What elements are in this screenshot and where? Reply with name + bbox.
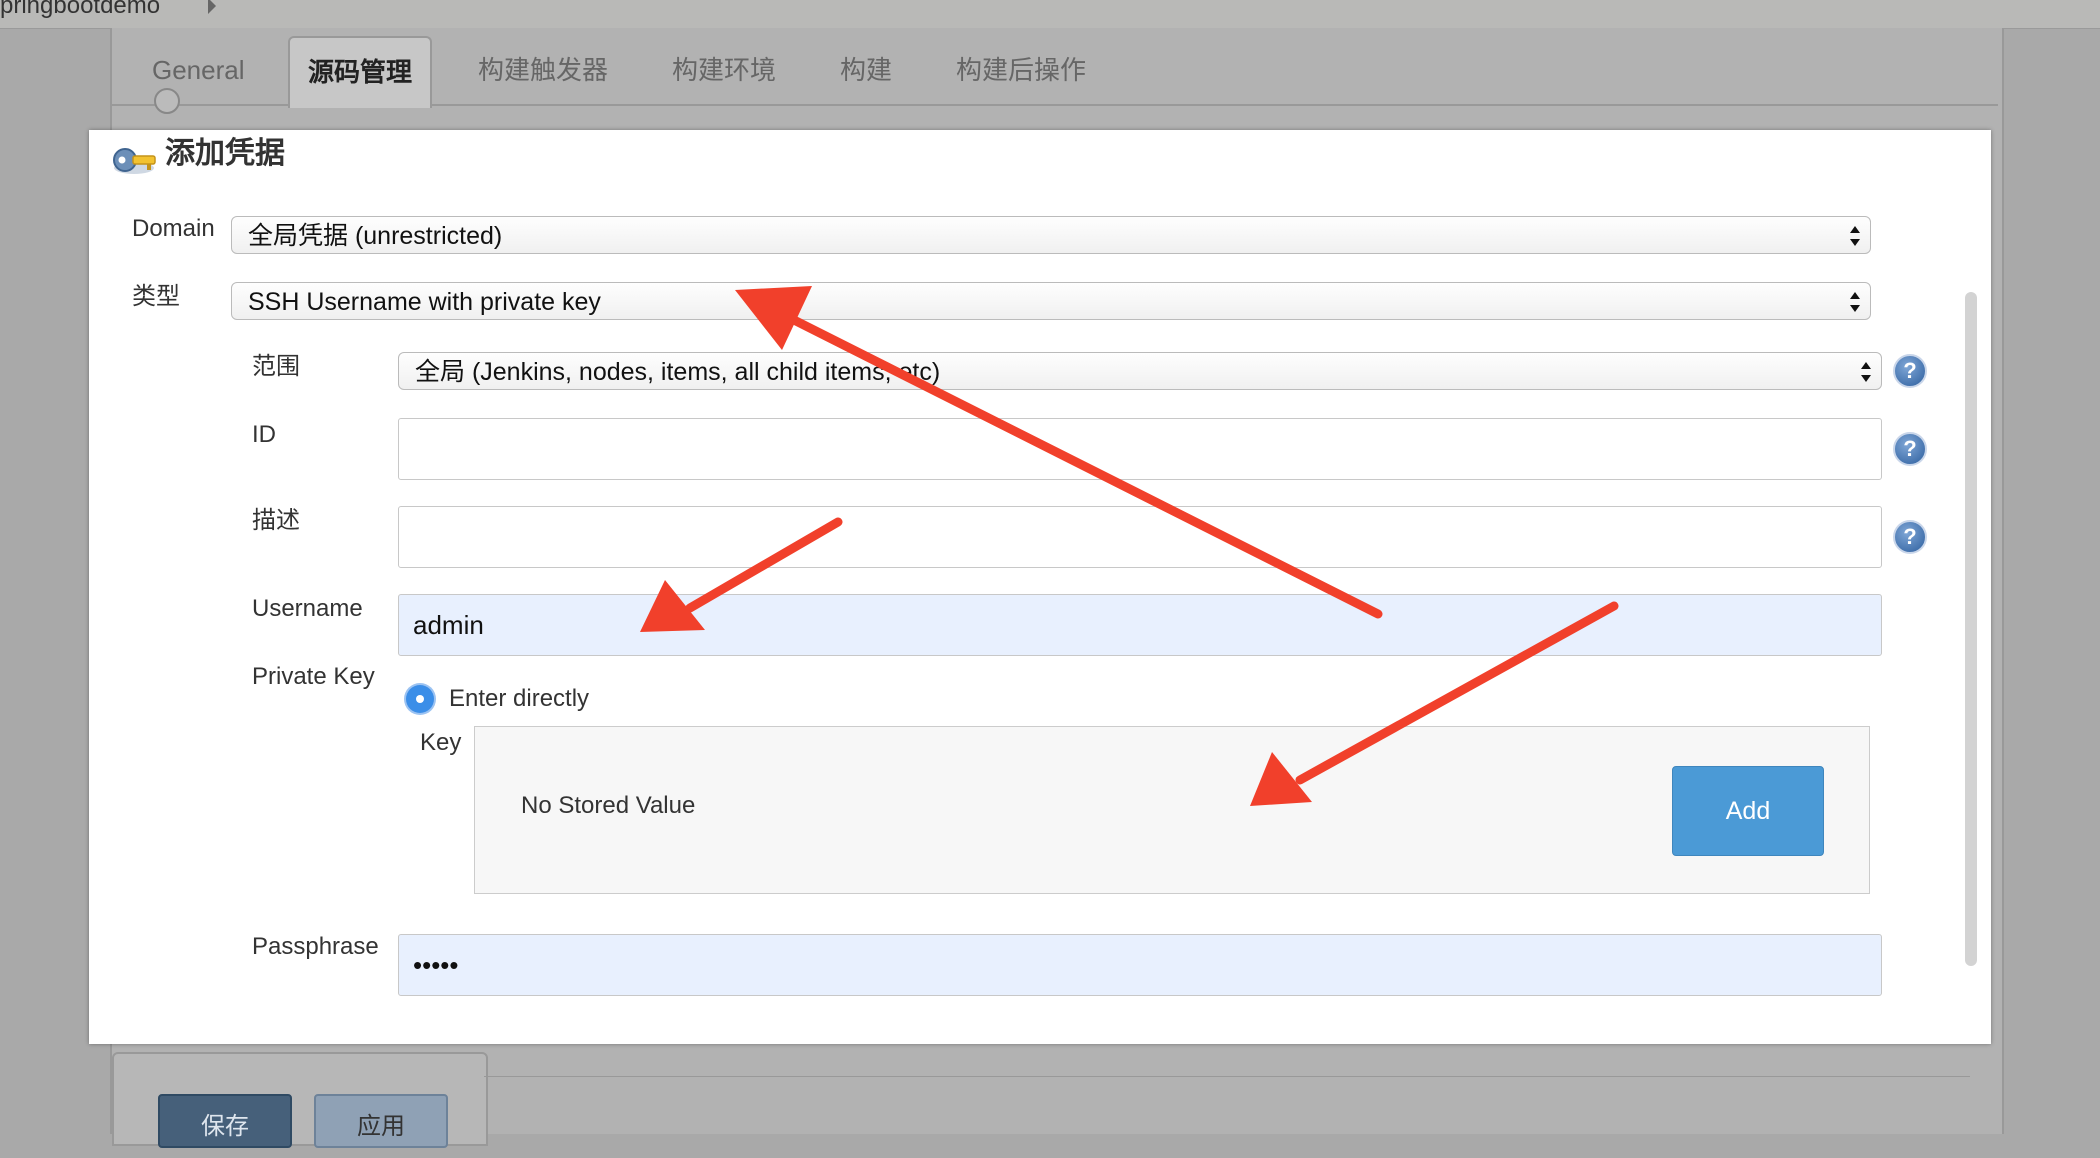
select-arrows-icon <box>1850 292 1860 312</box>
domain-label: Domain <box>132 215 215 242</box>
passphrase-input[interactable]: ••••• <box>398 934 1882 996</box>
description-label: 描述 <box>252 507 300 534</box>
save-button[interactable]: 保存 <box>158 1094 292 1148</box>
dialog-scrollbar[interactable] <box>1965 292 1977 966</box>
tab-source-code[interactable]: 源码管理 <box>288 36 433 108</box>
tab-post-build[interactable]: 构建后操作 <box>956 36 1086 104</box>
tab-build-triggers[interactable]: 构建触发器 <box>478 36 608 104</box>
id-label: ID <box>252 421 276 448</box>
kind-select[interactable]: SSH Username with private key <box>231 282 1871 320</box>
key-stored-box: No Stored Value <box>474 726 1870 894</box>
passphrase-label: Passphrase <box>252 933 379 960</box>
config-tabs: General 源码管理 构建触发器 构建环境 构建 构建后操作 <box>112 36 1998 108</box>
scope-select[interactable]: 全局 (Jenkins, nodes, items, all child ite… <box>398 352 1882 390</box>
key-icon <box>113 148 156 174</box>
breadcrumb-project[interactable]: pringbootdemo <box>0 0 160 20</box>
scope-select-value: 全局 (Jenkins, nodes, items, all child ite… <box>415 358 941 386</box>
key-label: Key <box>420 729 462 756</box>
domain-select-value: 全局凭据 (unrestricted) <box>248 222 503 250</box>
description-input[interactable] <box>398 506 1882 568</box>
background-radio[interactable] <box>154 88 180 114</box>
kind-select-value: SSH Username with private key <box>248 288 601 316</box>
enter-directly-label[interactable]: Enter directly <box>449 684 589 714</box>
domain-select[interactable]: 全局凭据 (unrestricted) <box>231 216 1871 254</box>
id-help-icon[interactable]: ? <box>1893 432 1927 466</box>
scope-label: 范围 <box>252 353 300 380</box>
description-help-icon[interactable]: ? <box>1893 520 1927 554</box>
dialog-title: 添加凭据 <box>165 137 285 170</box>
enter-directly-radio[interactable] <box>406 685 434 713</box>
select-arrows-icon <box>1861 362 1871 382</box>
scope-help-icon[interactable]: ? <box>1893 354 1927 388</box>
id-input[interactable] <box>398 418 1882 480</box>
divider <box>484 1076 1970 1077</box>
breadcrumb-arrow-icon[interactable] <box>208 0 216 14</box>
top-breadcrumb-bar: pringbootdemo <box>0 0 2100 29</box>
username-input[interactable]: admin <box>398 594 1882 656</box>
private-key-label: Private Key <box>252 663 375 690</box>
apply-button[interactable]: 应用 <box>314 1094 448 1148</box>
kind-label: 类型 <box>132 283 180 310</box>
tab-build-environment[interactable]: 构建环境 <box>672 36 776 104</box>
tab-build[interactable]: 构建 <box>840 36 892 104</box>
add-key-button[interactable]: Add <box>1672 766 1824 856</box>
key-stored-value: No Stored Value <box>521 792 696 819</box>
select-arrows-icon <box>1850 226 1860 246</box>
username-label: Username <box>252 595 363 622</box>
add-credentials-dialog: 添加凭据 Domain 全局凭据 (unrestricted) 类型 SSH U… <box>89 130 1991 1044</box>
